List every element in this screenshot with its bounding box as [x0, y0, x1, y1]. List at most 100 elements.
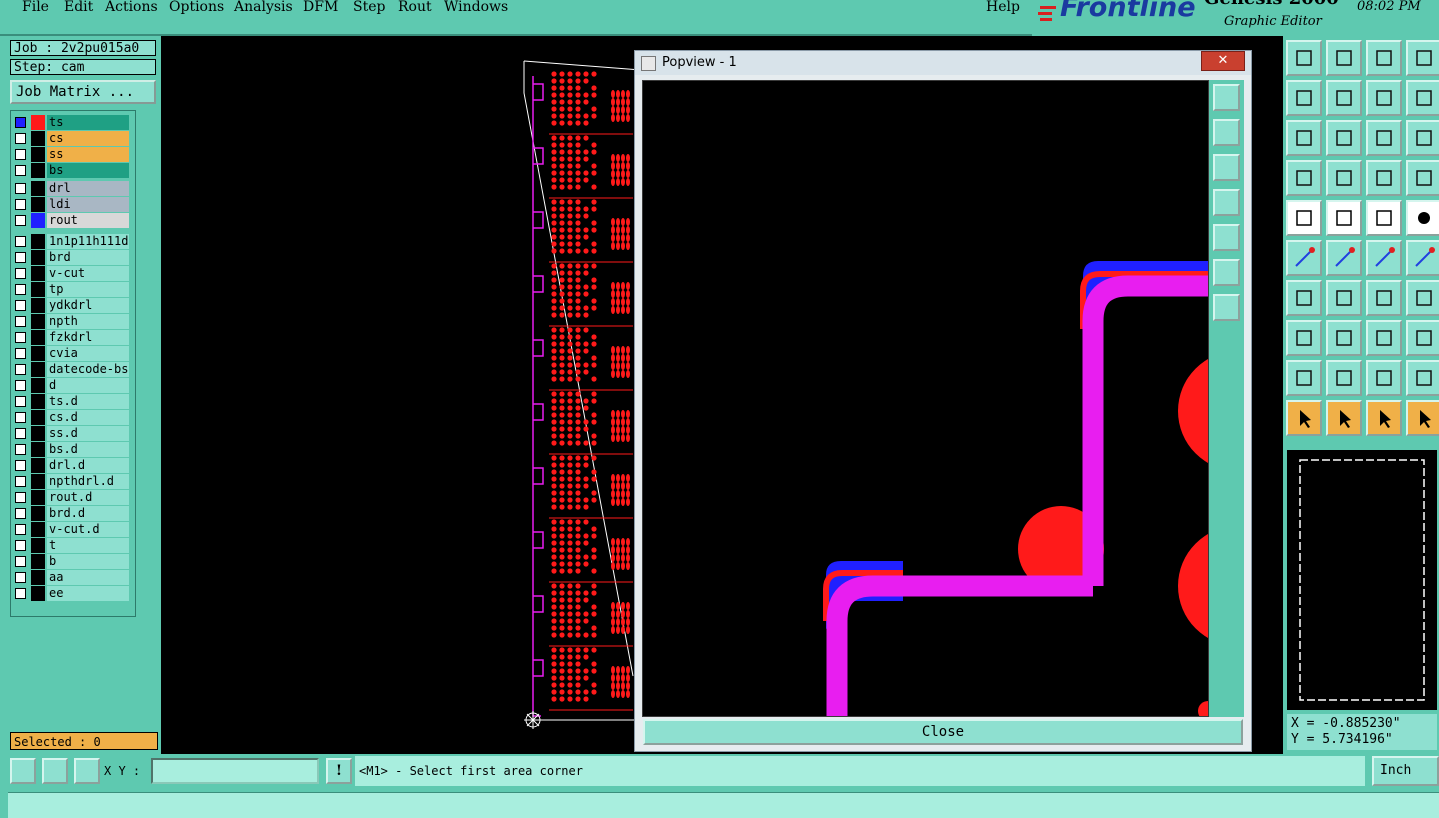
close-icon[interactable]: ✕	[1201, 51, 1245, 71]
popview-close-button[interactable]: Close	[643, 719, 1243, 745]
connect-alt-icon[interactable]	[1406, 240, 1439, 276]
layer-name[interactable]: b	[47, 554, 129, 569]
layer-color-swatch[interactable]	[31, 586, 45, 601]
menu-dfm[interactable]: DFM	[303, 0, 338, 15]
layer-checkbox[interactable]	[15, 316, 26, 327]
units-selector[interactable]: Inch	[1372, 756, 1439, 786]
layer-row-1n1p11h111db[interactable]: 1n1p11h111db	[13, 234, 133, 249]
xy-input[interactable]	[151, 758, 319, 784]
triangle-icon[interactable]	[1286, 360, 1322, 396]
select-icon[interactable]	[1286, 400, 1322, 436]
menu-analysis[interactable]: Analysis	[234, 0, 293, 15]
cross-out-icon[interactable]	[1326, 200, 1362, 236]
layer-checkbox[interactable]	[15, 572, 26, 583]
layer-checkbox[interactable]	[15, 284, 26, 295]
layer-color-swatch[interactable]	[31, 378, 45, 393]
menu-file[interactable]: File	[22, 0, 49, 15]
snap-button[interactable]	[10, 758, 36, 784]
measure-button[interactable]	[42, 758, 68, 784]
exclamation-icon[interactable]: !	[326, 758, 352, 784]
layer-name[interactable]: v-cut.d	[47, 522, 129, 537]
pan-left-icon[interactable]	[1286, 80, 1322, 116]
layer-name[interactable]: bs	[47, 163, 129, 178]
layer-row-bs-d[interactable]: bs.d	[13, 442, 133, 457]
layer-row-ldi[interactable]: ldi	[13, 197, 133, 212]
fit-screen-icon[interactable]	[1286, 120, 1322, 156]
popview-titlebar[interactable]: Popview - 1 ✕	[635, 51, 1251, 75]
home-icon[interactable]	[1366, 40, 1402, 76]
pan-right-icon[interactable]	[1326, 80, 1362, 116]
layer-color-swatch[interactable]	[31, 266, 45, 281]
layer-name[interactable]: brd.d	[47, 506, 129, 521]
layer-name[interactable]: rout.d	[47, 490, 129, 505]
layer-color-swatch[interactable]	[31, 330, 45, 345]
job-matrix-button[interactable]: Job Matrix ...	[10, 80, 156, 104]
layer-name[interactable]: aa	[47, 570, 129, 585]
layer-row-drl[interactable]: drl	[13, 181, 133, 196]
layer-name[interactable]: cs.d	[47, 410, 129, 425]
arch-icon[interactable]	[1366, 360, 1402, 396]
layer-checkbox[interactable]	[15, 428, 26, 439]
minus-icon[interactable]	[1326, 320, 1362, 356]
layer-row-datecode-bs[interactable]: datecode-bs	[13, 362, 133, 377]
layer-name[interactable]: v-cut	[47, 266, 129, 281]
arch-alt-icon[interactable]	[1406, 360, 1439, 396]
layer-name[interactable]: ydkdrl	[47, 298, 129, 313]
layer-checkbox[interactable]	[15, 588, 26, 599]
layer-color-swatch[interactable]	[31, 197, 45, 212]
menu-rout[interactable]: Rout	[398, 0, 432, 15]
help-icon[interactable]	[1406, 120, 1439, 156]
ruler-icon[interactable]	[1366, 200, 1402, 236]
layer-name[interactable]: datecode-bs	[47, 362, 129, 377]
layer-color-swatch[interactable]	[31, 538, 45, 553]
layer-row-rout-d[interactable]: rout.d	[13, 490, 133, 505]
layer-checkbox[interactable]	[15, 165, 26, 176]
pan-down-button[interactable]	[1213, 154, 1240, 181]
layer-color-swatch[interactable]	[31, 298, 45, 313]
layer-checkbox[interactable]	[15, 183, 26, 194]
highlight-icon[interactable]	[1326, 160, 1362, 196]
layer-checkbox[interactable]	[15, 540, 26, 551]
layer-row-t[interactable]: t	[13, 538, 133, 553]
layer-name[interactable]: drl	[47, 181, 129, 196]
layer-checkbox[interactable]	[15, 149, 26, 160]
pan-down-icon[interactable]	[1326, 40, 1362, 76]
mirror-icon[interactable]	[1366, 80, 1402, 116]
zoom-home-button[interactable]	[1213, 84, 1240, 111]
layer-checkbox[interactable]	[15, 524, 26, 535]
layer-row-rout[interactable]: rout	[13, 213, 133, 228]
layer-checkbox[interactable]	[15, 236, 26, 247]
layer-name[interactable]: npthdrl.d	[47, 474, 129, 489]
connect-icon[interactable]	[1366, 240, 1402, 276]
layer-checkbox[interactable]	[15, 199, 26, 210]
flip-icon[interactable]	[1406, 80, 1439, 116]
layer-checkbox[interactable]	[15, 215, 26, 226]
layer-checkbox[interactable]	[15, 117, 26, 128]
layer-name[interactable]: tp	[47, 282, 129, 297]
layer-checkbox[interactable]	[15, 492, 26, 503]
settings-icon[interactable]	[1286, 160, 1322, 196]
layer-color-swatch[interactable]	[31, 234, 45, 249]
layer-color-swatch[interactable]	[31, 522, 45, 537]
layer-row-npth[interactable]: npth	[13, 314, 133, 329]
layer-row-ee[interactable]: ee	[13, 586, 133, 601]
cross-icon[interactable]	[1326, 240, 1362, 276]
layer-name[interactable]: ss	[47, 147, 129, 162]
layer-row-ts[interactable]: ts	[13, 115, 133, 130]
layer-color-swatch[interactable]	[31, 314, 45, 329]
layer-row-b[interactable]: b	[13, 554, 133, 569]
layer-color-swatch[interactable]	[31, 442, 45, 457]
layer-color-swatch[interactable]	[31, 426, 45, 441]
layer-name[interactable]: cvia	[47, 346, 129, 361]
select-net-icon[interactable]	[1406, 400, 1439, 436]
layer-color-swatch[interactable]	[31, 181, 45, 196]
net-icon[interactable]	[1286, 240, 1322, 276]
menu-step[interactable]: Step	[353, 0, 385, 15]
layer-row-ss[interactable]: ss	[13, 147, 133, 162]
layer-color-swatch[interactable]	[31, 410, 45, 425]
layer-color-swatch[interactable]	[31, 346, 45, 361]
layer-checkbox[interactable]	[15, 252, 26, 263]
layer-color-swatch[interactable]	[31, 394, 45, 409]
layer-name[interactable]: rout	[47, 213, 129, 228]
bracket-icon[interactable]	[1366, 320, 1402, 356]
